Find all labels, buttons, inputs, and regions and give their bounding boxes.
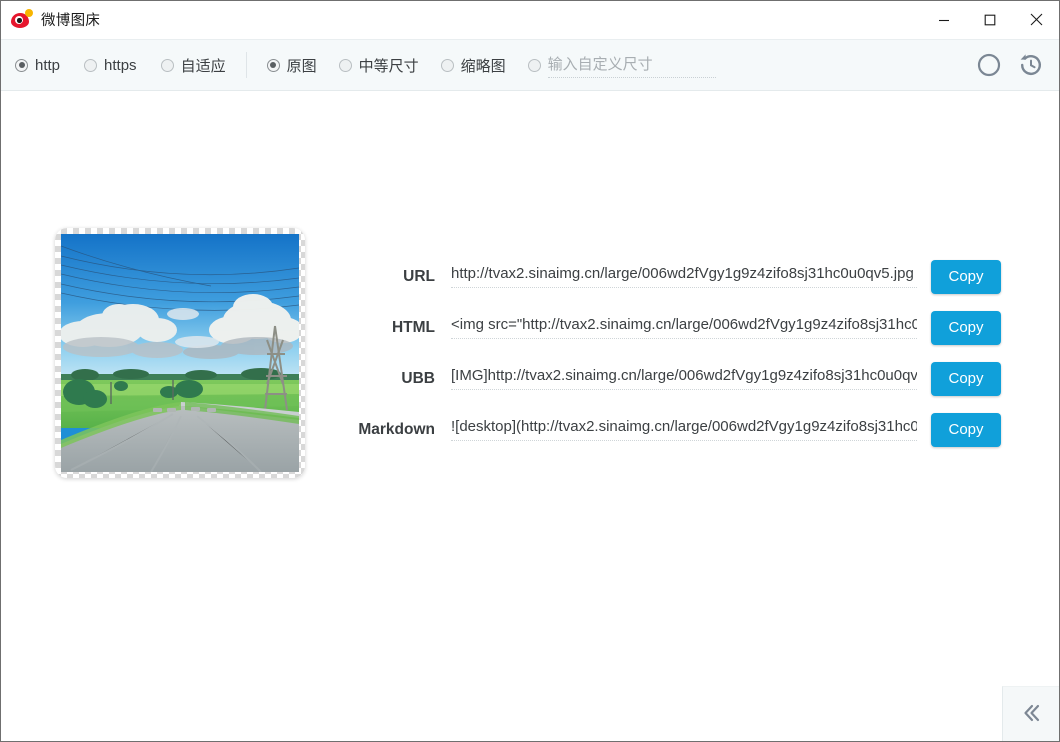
ubb-value: [IMG]http://tvax2.sinaimg.cn/large/006wd… <box>451 367 917 384</box>
main-content: URL http://tvax2.sinaimg.cn/large/006wd2… <box>1 91 1059 741</box>
window-controls <box>921 1 1059 38</box>
close-button[interactable] <box>1013 1 1059 38</box>
minimize-icon <box>938 14 950 26</box>
radio-indicator <box>528 59 541 72</box>
markdown-input[interactable]: ![desktop](http://tvax2.sinaimg.cn/large… <box>451 418 917 441</box>
ubb-input[interactable]: [IMG]http://tvax2.sinaimg.cn/large/006wd… <box>451 367 917 390</box>
radio-label: 缩略图 <box>461 55 506 76</box>
url-value: http://tvax2.sinaimg.cn/large/006wd2fVgy… <box>451 265 917 282</box>
row-ubb: UBB [IMG]http://tvax2.sinaimg.cn/large/0… <box>1 353 1059 404</box>
row-label: Markdown <box>1 421 435 439</box>
protocol-radio-group: http https 自适应 <box>15 55 226 76</box>
url-input[interactable]: http://tvax2.sinaimg.cn/large/006wd2fVgy… <box>451 265 917 288</box>
upload-ring-icon[interactable] <box>975 51 1003 79</box>
radio-indicator <box>441 59 454 72</box>
row-url: URL http://tvax2.sinaimg.cn/large/006wd2… <box>1 251 1059 302</box>
radio-label: http <box>35 57 60 74</box>
maximize-icon <box>984 14 996 26</box>
radio-indicator <box>15 59 28 72</box>
weibo-logo-icon <box>11 9 33 31</box>
radio-indicator <box>84 59 97 72</box>
html-value: <img src="http://tvax2.sinaimg.cn/large/… <box>451 316 917 333</box>
collapse-panel-button[interactable] <box>1002 686 1059 741</box>
radio-label: https <box>104 57 137 74</box>
radio-indicator <box>267 59 280 72</box>
link-rows: URL http://tvax2.sinaimg.cn/large/006wd2… <box>1 251 1059 455</box>
toolbar-divider <box>246 52 247 78</box>
titlebar: 微博图床 <box>1 1 1059 39</box>
copy-markdown-button[interactable]: Copy <box>931 413 1001 447</box>
options-toolbar: http https 自适应 原图 中等尺寸 缩略图 <box>1 39 1059 91</box>
radio-protocol-adaptive[interactable]: 自适应 <box>161 55 226 76</box>
size-radio-group: 原图 中等尺寸 缩略图 输入自定义尺寸 <box>267 53 716 78</box>
radio-size-original[interactable]: 原图 <box>267 55 317 76</box>
row-html: HTML <img src="http://tvax2.sinaimg.cn/l… <box>1 302 1059 353</box>
markdown-value: ![desktop](http://tvax2.sinaimg.cn/large… <box>451 418 917 435</box>
minimize-button[interactable] <box>921 1 967 38</box>
copy-ubb-button[interactable]: Copy <box>931 362 1001 396</box>
chevron-double-left-icon <box>1019 701 1043 728</box>
radio-indicator <box>339 59 352 72</box>
html-input[interactable]: <img src="http://tvax2.sinaimg.cn/large/… <box>451 316 917 339</box>
radio-size-custom[interactable]: 输入自定义尺寸 <box>528 53 716 78</box>
radio-size-medium[interactable]: 中等尺寸 <box>339 55 419 76</box>
row-label: URL <box>1 268 435 286</box>
app-window: 微博图床 http <box>0 0 1060 742</box>
window-title: 微博图床 <box>41 9 100 30</box>
maximize-button[interactable] <box>967 1 1013 38</box>
row-label: UBB <box>1 370 435 388</box>
copy-html-button[interactable]: Copy <box>931 311 1001 345</box>
history-icon[interactable] <box>1017 51 1045 79</box>
radio-protocol-https[interactable]: https <box>84 57 137 74</box>
copy-url-button[interactable]: Copy <box>931 260 1001 294</box>
toolbar-actions <box>975 40 1045 90</box>
radio-size-thumbnail[interactable]: 缩略图 <box>441 55 506 76</box>
row-label: HTML <box>1 319 435 337</box>
close-icon <box>1030 13 1043 26</box>
radio-label: 中等尺寸 <box>359 55 419 76</box>
radio-label: 原图 <box>287 55 317 76</box>
radio-label: 自适应 <box>181 55 226 76</box>
radio-indicator <box>161 59 174 72</box>
custom-size-input[interactable]: 输入自定义尺寸 <box>548 53 716 78</box>
row-markdown: Markdown ![desktop](http://tvax2.sinaimg… <box>1 404 1059 455</box>
custom-size-placeholder: 输入自定义尺寸 <box>548 56 653 73</box>
radio-protocol-http[interactable]: http <box>15 57 60 74</box>
